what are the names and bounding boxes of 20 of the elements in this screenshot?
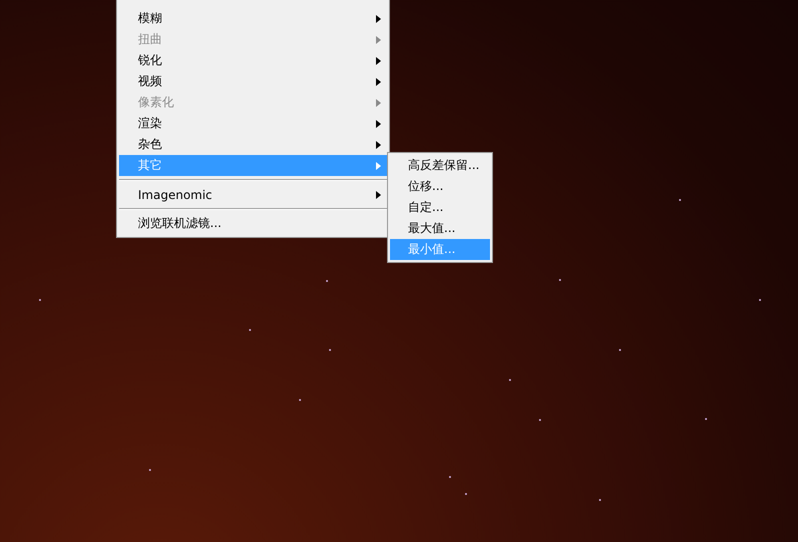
submenu-arrow-icon xyxy=(376,162,381,170)
menu-item[interactable]: 浏览联机滤镜... xyxy=(119,213,387,234)
submenu-arrow-icon xyxy=(376,140,381,148)
menu-item[interactable]: 最大值... xyxy=(390,218,490,239)
menu-item[interactable]: 视频 xyxy=(119,71,387,92)
submenu-arrow-icon xyxy=(376,98,381,106)
menu-item[interactable]: 高反差保留... xyxy=(390,155,490,176)
menu-item[interactable]: 锐化 xyxy=(119,50,387,71)
menu-item[interactable]: 位移... xyxy=(390,176,490,197)
submenu-arrow-icon xyxy=(376,190,381,198)
menu-item[interactable]: 渲染 xyxy=(119,113,387,134)
submenu-arrow-icon xyxy=(376,78,381,86)
submenu-arrow-icon xyxy=(376,120,381,128)
menu-item[interactable]: 自定... xyxy=(390,197,490,218)
submenu-arrow-icon xyxy=(376,36,381,44)
submenu-arrow-icon xyxy=(376,56,381,64)
submenu-arrow-icon xyxy=(376,14,381,22)
menu-item[interactable]: 模糊 xyxy=(119,8,387,29)
menu-item[interactable]: 杂色 xyxy=(119,134,387,155)
menu-item[interactable]: Imagenomic xyxy=(119,184,387,205)
